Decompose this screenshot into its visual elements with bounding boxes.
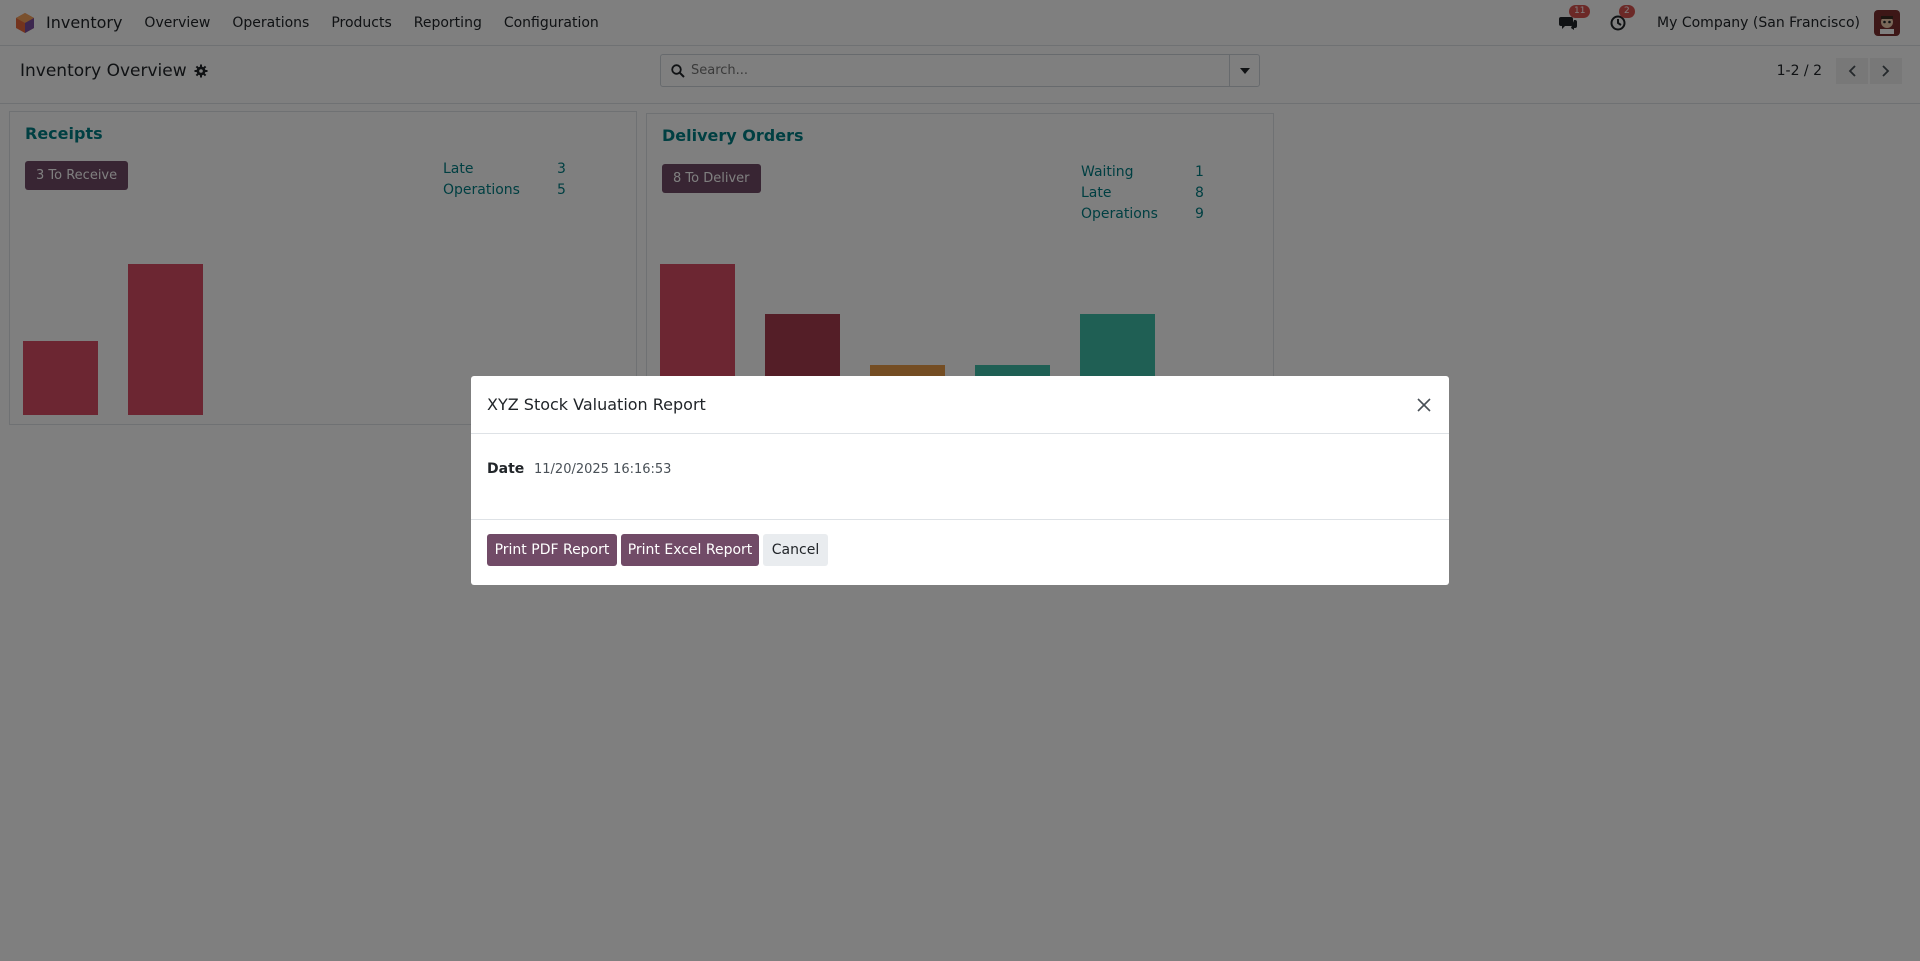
modal-header: XYZ Stock Valuation Report: [471, 376, 1449, 434]
print-excel-report-button[interactable]: Print Excel Report: [621, 534, 759, 566]
cancel-button[interactable]: Cancel: [763, 534, 828, 566]
modal-title: XYZ Stock Valuation Report: [487, 395, 706, 414]
date-label: Date: [487, 461, 525, 477]
print-pdf-report-button[interactable]: Print PDF Report: [487, 534, 617, 566]
close-button[interactable]: [1413, 394, 1435, 416]
stock-valuation-dialog: XYZ Stock Valuation Report Date 11/20/20…: [471, 376, 1449, 585]
close-icon: [1417, 398, 1431, 412]
date-field[interactable]: 11/20/2025 16:16:53: [534, 462, 671, 477]
modal-footer: Print PDF Report Print Excel Report Canc…: [471, 520, 1449, 585]
modal-body: Date 11/20/2025 16:16:53: [471, 434, 1449, 520]
